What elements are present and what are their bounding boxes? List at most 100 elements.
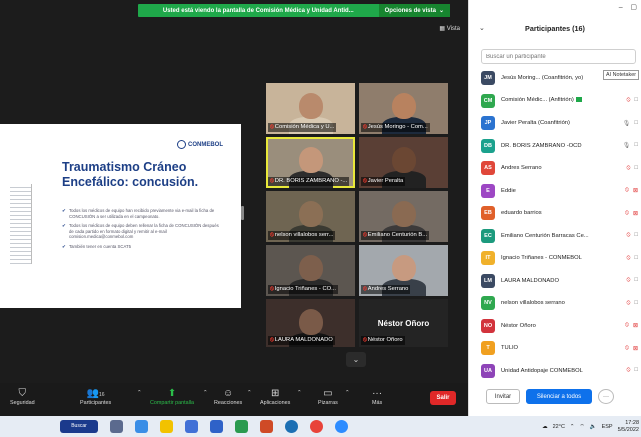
participant-name-text: Javier Peralta (Coanfitrión) xyxy=(501,120,570,126)
mute-all-button[interactable]: Silenciar a todos xyxy=(526,389,592,404)
video-tile[interactable]: Néstor Oñoro ⦸Néstor Oñoro xyxy=(359,299,448,347)
participant-row[interactable]: E Eddie ⦸ ⊠ xyxy=(481,181,638,201)
participant-name-text: Comisión Médic... (Anfitrión) xyxy=(501,97,574,104)
participant-row[interactable]: UA Unidad Antidopaje CONMEBOL ⦸ □ xyxy=(481,361,638,381)
tile-display-name: Néstor Oñoro xyxy=(377,319,430,328)
clock[interactable]: 17:28 5/5/2022 xyxy=(618,420,639,434)
explorer-icon[interactable] xyxy=(160,420,173,433)
participant-row[interactable]: T TULIO ⦸ ⊠ xyxy=(481,338,638,358)
apps-caret-icon[interactable]: ⌃ xyxy=(297,390,302,396)
minimize-icon[interactable]: – xyxy=(619,4,623,11)
tile-name-label: ⦸Comisión Médica y U... xyxy=(268,123,337,132)
mic-muted-icon: ⦸ xyxy=(626,299,631,306)
tile-name-text: Comisión Médica y U... xyxy=(274,124,335,130)
video-tile[interactable]: ⦸nelson villalobos serr... xyxy=(266,191,355,242)
muted-mic-icon: ⦸ xyxy=(363,286,367,292)
slide-bullets: Todos los médicos de equipo han recibido… xyxy=(62,208,222,254)
windows-icon[interactable] xyxy=(135,420,148,433)
video-tile[interactable]: ⦸Emiliano Centurión B... xyxy=(359,191,448,242)
video-tile[interactable]: ⦸Comisión Médica y U... xyxy=(266,83,355,134)
more-button[interactable]: ··· Más xyxy=(372,387,382,406)
panel-title: Participantes (16) xyxy=(525,24,585,33)
shared-slide: CONMEBOL Traumatismo Cráneo Encefálico: … xyxy=(0,124,241,308)
muted-mic-icon: ⦸ xyxy=(270,178,274,184)
avatar: NV xyxy=(481,296,495,310)
participant-face xyxy=(299,255,323,281)
task-view-icon[interactable] xyxy=(110,420,123,433)
security-button[interactable]: ⛉ Seguridad xyxy=(10,387,35,406)
slide-bullet: Todos los médicos de equipo deben rellen… xyxy=(62,223,222,240)
camera-icon: □ xyxy=(634,277,638,283)
tile-name-label: ⦸Emiliano Centurión B... xyxy=(361,231,430,240)
mic-muted-icon: ⦸ xyxy=(625,344,629,351)
camera-icon: ⊠ xyxy=(632,345,638,352)
slide-bullet: También tener en cuenta SCAT5 xyxy=(62,244,222,250)
view-button[interactable]: ▦ Vista xyxy=(439,25,460,32)
participant-status-icons: ⦸ ⊠ xyxy=(625,345,638,352)
video-tile[interactable]: ⦸Andres Serrano xyxy=(359,245,448,296)
participants-panel: – ▢ ⌄ Participantes (16) JMJesús Moring.… xyxy=(468,0,641,416)
spreadsheet-thumbnail xyxy=(10,184,32,264)
muted-mic-icon: ⦸ xyxy=(270,337,274,343)
more-options-button[interactable]: ··· xyxy=(598,389,614,404)
participant-face xyxy=(299,201,323,227)
invite-button[interactable]: Invitar xyxy=(486,389,520,404)
video-tile[interactable]: ⦸Jesús Moringo - Com... xyxy=(359,83,448,134)
apps-button[interactable]: ⊞ Aplicaciones xyxy=(260,387,290,406)
participant-row[interactable]: LM LAURA MALDONADO ⦸ □ xyxy=(481,271,638,291)
video-tile[interactable]: ⦸DR. BORIS ZAMBRANO -... xyxy=(266,137,355,188)
video-tile[interactable]: ⦸LAURA MALDONADO xyxy=(266,299,355,347)
tray-overflow-icon[interactable]: ⌃ xyxy=(570,424,575,430)
muted-mic-icon: ⦸ xyxy=(270,124,274,130)
edge-icon[interactable] xyxy=(285,420,298,433)
participant-row[interactable]: AS Andres Serrano ⦸ □ xyxy=(481,158,638,178)
people-icon: 👥16 xyxy=(86,388,105,399)
whiteboards-button[interactable]: ▭ Pizarras xyxy=(318,387,338,406)
network-icon[interactable]: ⌔ xyxy=(580,423,585,430)
search-widget[interactable]: Buscar xyxy=(60,420,98,433)
share-screen-button[interactable]: ⬆ Compartir pantalla xyxy=(150,387,194,406)
camera-icon: □ xyxy=(634,97,638,103)
participant-name-text: TULIO xyxy=(501,345,519,351)
participant-search-input[interactable] xyxy=(481,49,636,64)
maximize-icon[interactable]: ▢ xyxy=(630,4,637,11)
whiteboards-caret-icon[interactable]: ⌃ xyxy=(345,390,350,396)
language-indicator[interactable]: ESP xyxy=(602,424,613,430)
shield-icon: ⛉ xyxy=(18,388,27,399)
avatar: DB xyxy=(481,138,495,153)
participant-row[interactable]: EC Emiliano Centurión Barracas Ce... ⦸ □ xyxy=(481,226,638,246)
participant-row[interactable]: JP Javier Peralta (Coanfitrión) 🎙 □ xyxy=(481,113,638,133)
window-controls: – ▢ xyxy=(619,3,637,11)
participant-status-icons: ⦸ □ xyxy=(626,97,638,104)
avatar: T xyxy=(481,341,495,355)
gallery-scroll-down-button[interactable]: ⌄ xyxy=(346,352,366,367)
chrome-icon[interactable] xyxy=(310,420,323,433)
view-options-button[interactable]: Opciones de vista ⌄ xyxy=(378,4,450,17)
participant-row[interactable]: NO Néstor Oñoro ⦸ ⊠ xyxy=(481,316,638,336)
split-divider-handle[interactable] xyxy=(241,206,244,220)
participant-name: DR. BORIS ZAMBRANO -OCD xyxy=(501,143,620,149)
powerpoint-icon[interactable] xyxy=(260,420,273,433)
reactions-caret-icon[interactable]: ⌃ xyxy=(247,390,252,396)
windows-taskbar: Buscar ☁ 22°C ⌃ ⌔ 🔈 ESP 17:28 5/5/2022 xyxy=(0,416,641,437)
share-caret-icon[interactable]: ⌃ xyxy=(203,390,208,396)
teams-icon[interactable] xyxy=(185,420,198,433)
participants-caret-icon[interactable]: ⌃ xyxy=(137,390,142,396)
participant-row[interactable]: IT Ignacio Triñanes - CONMEBOL ⦸ □ xyxy=(481,248,638,268)
reactions-button[interactable]: ☺ Reacciones xyxy=(214,387,242,406)
video-tile[interactable]: ⦸Ignacio Triñanes - CO... xyxy=(266,245,355,296)
more-icon: ··· xyxy=(372,388,383,399)
word-icon[interactable] xyxy=(210,420,223,433)
participant-row[interactable]: CM Comisión Médic... (Anfitrión) ⦸ □ xyxy=(481,91,638,111)
participant-row[interactable]: DB DR. BORIS ZAMBRANO -OCD 🎙 □ xyxy=(481,136,638,156)
participants-button[interactable]: 👥16 Participantes xyxy=(80,387,111,406)
leave-button[interactable]: Salir xyxy=(430,391,456,405)
participant-name-text: Unidad Antidopaje CONMEBOL xyxy=(501,367,583,374)
participant-row[interactable]: EB eduardo barrios ⦸ ⊠ xyxy=(481,203,638,223)
zoom-icon[interactable] xyxy=(335,420,348,433)
excel-icon[interactable] xyxy=(235,420,248,433)
participant-status-icons: ⦸ □ xyxy=(626,255,638,262)
volume-icon[interactable]: 🔈 xyxy=(590,424,597,430)
participant-row[interactable]: NV nelson villalobos serrano ⦸ □ xyxy=(481,293,638,313)
video-tile[interactable]: ⦸Javier Peralta xyxy=(359,137,448,188)
